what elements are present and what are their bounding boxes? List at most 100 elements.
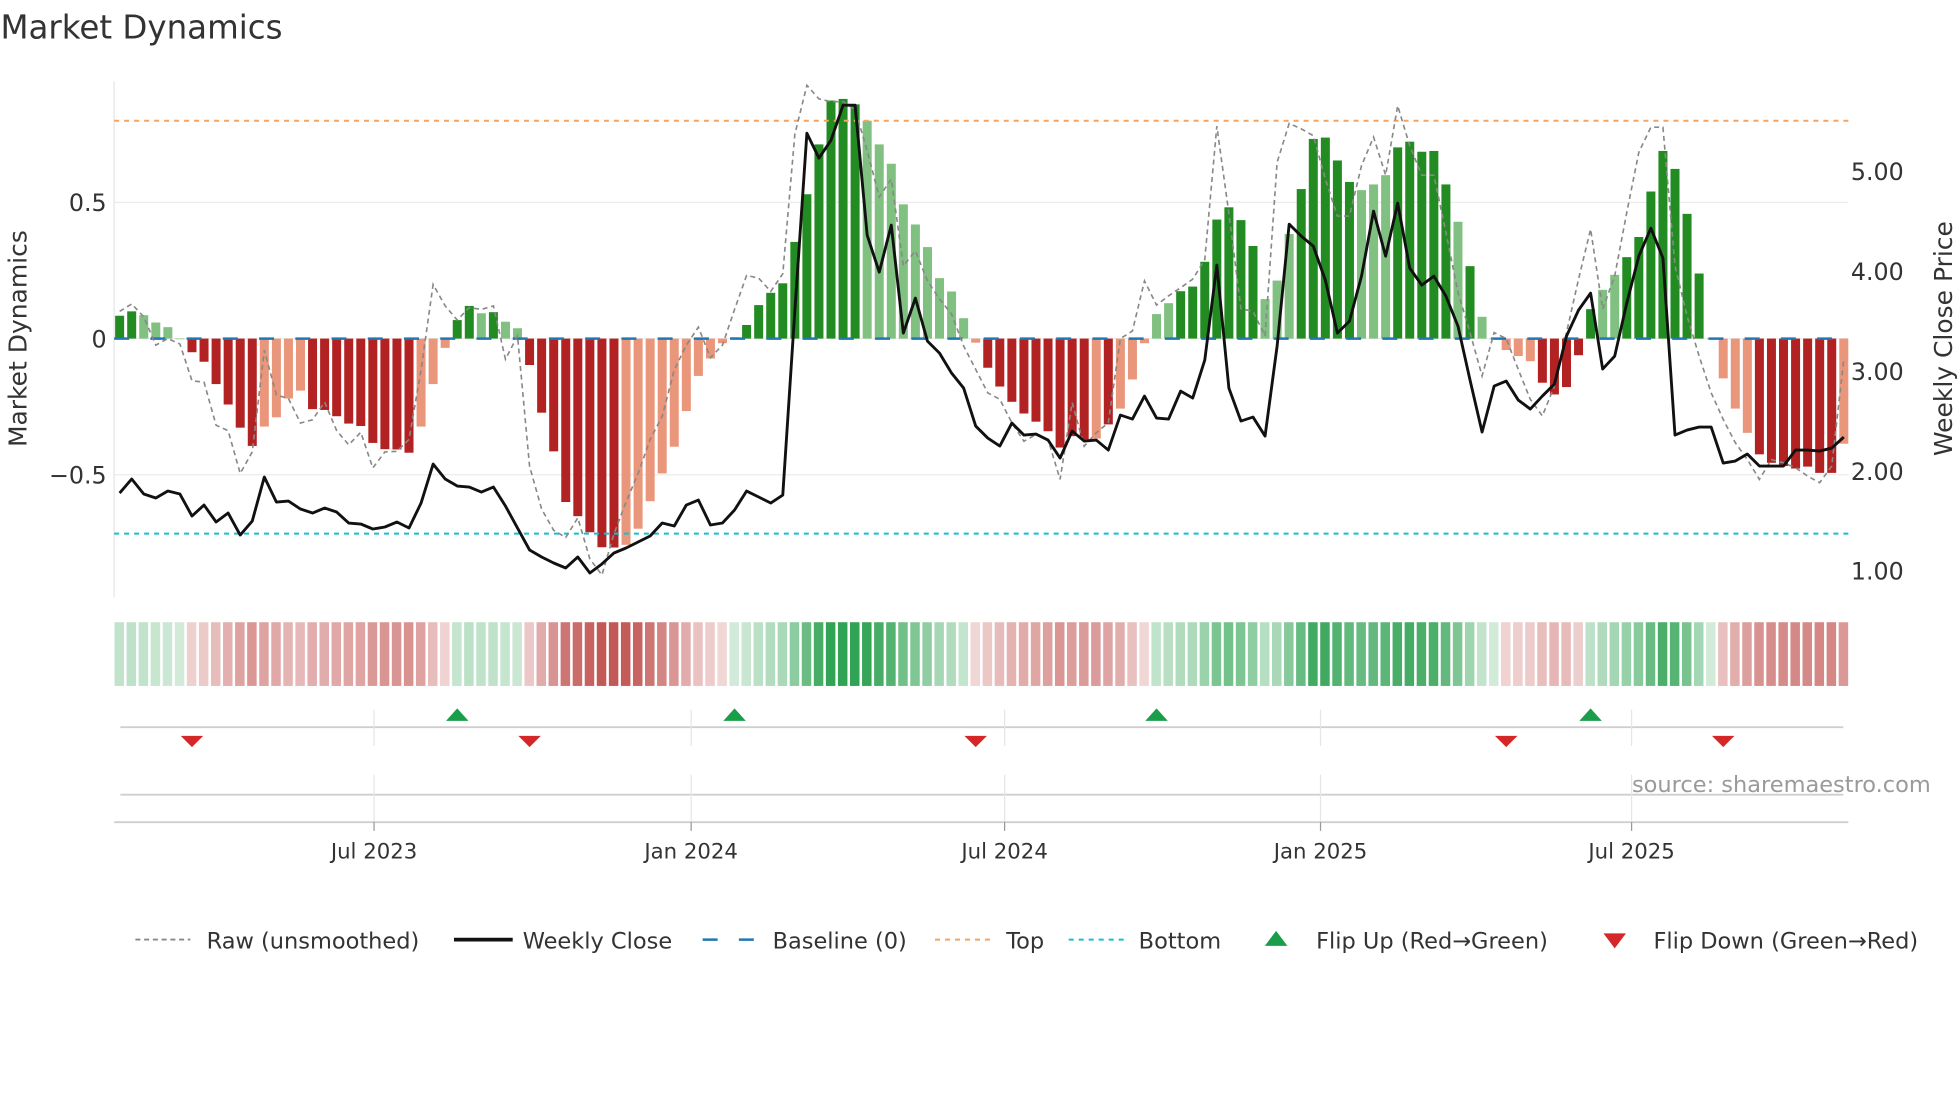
heatmap-cell (1814, 622, 1825, 686)
momentum-bar (1646, 191, 1656, 339)
heatmap-cell (1802, 622, 1812, 686)
heatmap-cell (982, 622, 993, 686)
heatmap-cell (307, 622, 317, 686)
momentum-bar (452, 320, 462, 339)
momentum-bar (223, 338, 233, 405)
heatmap-cell (849, 622, 860, 686)
x-tick-label: Jul 2025 (1586, 839, 1674, 864)
heatmap-cell (452, 622, 462, 686)
heatmap-cell (367, 622, 378, 686)
heatmap-cell (440, 622, 450, 686)
heatmap-cell (1826, 622, 1837, 686)
momentum-bar (392, 338, 402, 450)
momentum-bar (1718, 338, 1728, 379)
heatmap-cell (801, 622, 812, 686)
heatmap-cell (235, 622, 245, 686)
momentum-bar (838, 98, 848, 339)
heatmap-cell (1320, 622, 1330, 686)
momentum-bar (283, 338, 293, 399)
momentum-bar (1164, 303, 1174, 339)
momentum-bar (1815, 338, 1825, 473)
heatmap-cell (1344, 622, 1354, 686)
heatmap-cell (741, 622, 751, 686)
momentum-bar (573, 338, 583, 517)
momentum-bar (778, 283, 788, 339)
momentum-bar (1754, 338, 1764, 455)
momentum-bar (1694, 273, 1704, 339)
heatmap-cell (1549, 622, 1559, 686)
heatmap-cell (1573, 622, 1583, 686)
heatmap-cell (1271, 622, 1282, 686)
momentum-bar (1332, 160, 1342, 339)
momentum-bar (1827, 338, 1837, 473)
heatmap-cell (1513, 622, 1523, 686)
momentum-bar (1176, 291, 1186, 339)
momentum-bar (754, 305, 764, 339)
heatmap-cell (1657, 622, 1668, 686)
momentum-bar (1369, 184, 1379, 339)
x-tick-label: Jan 2025 (1272, 839, 1368, 864)
heatmap-cell (331, 622, 342, 686)
momentum-bar (1393, 147, 1403, 339)
heatmap-cell (1018, 622, 1029, 686)
heatmap-cell (693, 622, 703, 686)
momentum-bar (537, 338, 547, 413)
y-tick-label: 0 (92, 325, 107, 353)
heatmap-cell (295, 622, 305, 686)
momentum-bar (802, 194, 812, 339)
momentum-bar (1055, 338, 1065, 448)
heatmap-cell (1452, 622, 1463, 686)
heatmap-cell (1042, 622, 1053, 686)
y2-tick-label: 1.00 (1851, 558, 1904, 586)
legend: Raw (unsmoothed) Weekly Close Baseline (0)… (135, 928, 1918, 954)
momentum-bar (488, 312, 498, 339)
momentum-bar (1308, 138, 1318, 339)
heatmap-cell (946, 622, 956, 686)
heatmap-cell (681, 622, 691, 686)
momentum-bar (500, 321, 510, 339)
flip-markers (120, 708, 1844, 823)
momentum-bar (428, 338, 438, 385)
heatmap-cell (560, 622, 571, 686)
momentum-bar (1670, 168, 1680, 339)
heatmap-cell (1681, 622, 1692, 686)
heatmap-cell (584, 622, 595, 686)
heatmap-cell (1175, 622, 1186, 686)
momentum-bar (633, 338, 643, 529)
legend-label-baseline: Baseline (0) (773, 928, 907, 954)
heatmap-cell (1332, 622, 1342, 686)
heatmap-cell (415, 622, 426, 686)
momentum-bar (959, 318, 969, 339)
momentum-bar (332, 338, 342, 417)
heatmap-cell (717, 622, 727, 686)
momentum-bar (1224, 207, 1234, 339)
heatmap-cell (632, 622, 643, 686)
heatmap-cell (1693, 622, 1704, 686)
y2-tick-label: 2.00 (1851, 458, 1904, 486)
momentum-bar (1248, 245, 1258, 339)
momentum-bar (1513, 338, 1523, 357)
heatmap-cell (1718, 622, 1728, 686)
flip-down-marker (1711, 735, 1735, 748)
momentum-bar (175, 338, 185, 340)
flip-up-marker (1579, 708, 1602, 721)
heatmap-cell (1790, 622, 1800, 686)
heatmap-cell (729, 622, 739, 686)
heatmap-cell (126, 622, 137, 686)
momentum-bar (645, 338, 655, 502)
momentum-bar (320, 338, 330, 410)
momentum-bars (115, 98, 1849, 548)
momentum-bar (271, 338, 281, 418)
momentum-bar (1344, 181, 1354, 339)
heatmap-cell (789, 622, 800, 686)
momentum-bar (1465, 266, 1475, 339)
momentum-bar (717, 338, 727, 344)
source-label: source: sharemaestro.com (1632, 772, 1931, 798)
momentum-bar (127, 311, 137, 339)
heatmap-cell (1211, 622, 1222, 686)
flip-down-marker (1494, 735, 1518, 748)
heatmap-cell (1163, 622, 1173, 686)
heatmap-cell (1476, 622, 1487, 686)
heatmap-cell (1706, 622, 1716, 686)
heatmap-cell (379, 622, 390, 686)
